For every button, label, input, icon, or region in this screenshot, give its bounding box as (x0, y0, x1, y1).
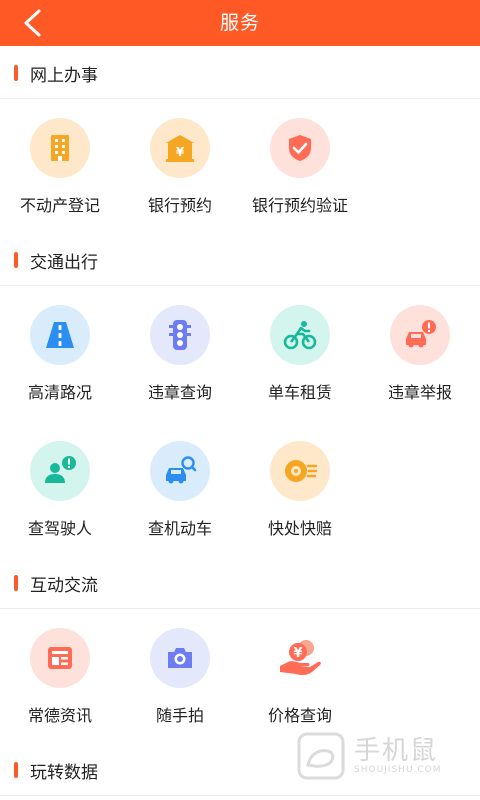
service-quick-claim[interactable]: 快处快赔 (240, 441, 360, 561)
section-marker (14, 575, 18, 591)
watermark: 手机鼠 SHOUJISHU.COM (296, 726, 476, 786)
service-label: 查机动车 (147, 519, 212, 538)
service-label: 查驾驶人 (27, 519, 92, 538)
car-search-icon (150, 441, 210, 501)
newspaper-icon (30, 628, 90, 688)
service-bank-verify[interactable]: 银行预约验证 (240, 118, 360, 238)
section-marker (14, 65, 18, 81)
page-title: 服务 (219, 12, 260, 34)
road-icon (30, 305, 90, 365)
person-alert-icon (30, 441, 90, 501)
section-marker (14, 252, 18, 268)
section-title: 玩转数据 (30, 762, 98, 783)
service-label: 不动产登记 (19, 196, 100, 215)
traffic-light-icon (150, 305, 210, 365)
service-label: 违章查询 (147, 383, 212, 402)
car-alert-icon (390, 305, 450, 365)
service-label: 随手拍 (155, 706, 204, 725)
camera-icon (150, 628, 210, 688)
app-header: 服务 (0, 0, 480, 46)
service-driver-check[interactable]: 查驾驶人 (0, 441, 120, 561)
service-snapshot[interactable]: 随手拍 (120, 628, 240, 748)
section-title: 交通出行 (30, 252, 98, 273)
shield-check-icon (270, 118, 330, 178)
bank-icon: ¥ (150, 118, 210, 178)
section-title: 网上办事 (30, 65, 98, 86)
section-header-interaction: 互动交流 (0, 558, 480, 609)
section-header-online-services: 网上办事 (0, 48, 480, 99)
section-header-traffic: 交通出行 (0, 235, 480, 286)
service-label: 快处快赔 (267, 519, 332, 538)
service-violation-query[interactable]: 违章查询 (120, 305, 240, 425)
service-label: 价格查询 (267, 706, 332, 725)
svg-text:¥: ¥ (293, 646, 302, 661)
service-label: 单车租赁 (267, 383, 332, 402)
hand-coins-icon: ¥ (270, 628, 330, 688)
svg-text:¥: ¥ (176, 145, 185, 159)
watermark-domain: SHOUJISHU.COM (354, 765, 442, 775)
service-violation-report[interactable]: 违章举报 (360, 305, 480, 425)
service-traffic-status[interactable]: 高清路况 (0, 305, 120, 425)
mouse-logo-icon (297, 732, 345, 780)
service-label: 银行预约验证 (251, 196, 348, 215)
cyclist-icon (270, 305, 330, 365)
building-icon (30, 118, 90, 178)
service-label: 违章举报 (387, 383, 452, 402)
service-label: 银行预约 (147, 196, 212, 215)
section-title: 互动交流 (30, 575, 98, 596)
watermark-brand: 手机鼠 (354, 736, 439, 766)
service-bank-booking[interactable]: ¥ 银行预约 (120, 118, 240, 238)
service-label: 高清路况 (27, 383, 92, 402)
service-budongchan[interactable]: 不动产登记 (0, 118, 120, 238)
service-news[interactable]: 常德资讯 (0, 628, 120, 748)
service-vehicle-check[interactable]: 查机动车 (120, 441, 240, 561)
speed-wheel-icon (270, 441, 330, 501)
service-bike-rental[interactable]: 单车租赁 (240, 305, 360, 425)
service-label: 常德资讯 (27, 706, 92, 725)
section-marker (14, 762, 18, 778)
